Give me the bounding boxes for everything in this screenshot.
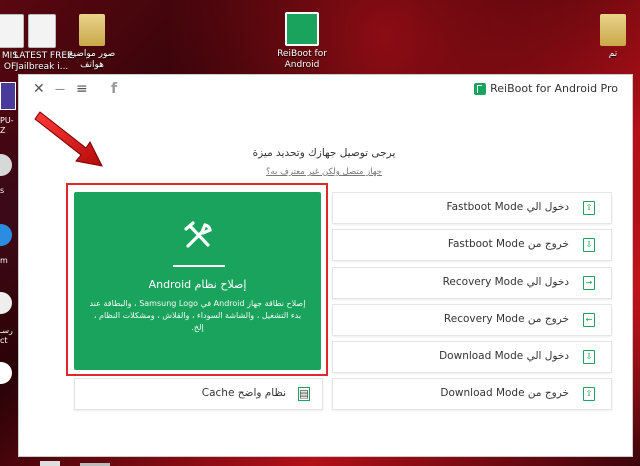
enter-fastboot-icon	[583, 201, 595, 215]
page-subtitle: يرجى توصيل جهازك وتحديد ميزة	[252, 147, 396, 159]
desktop-icon-reiboot[interactable]: ReiBoot for Android	[274, 12, 330, 71]
exit-download-button[interactable]: خروج من Download Mode	[332, 378, 612, 410]
repair-title: إصلاح نظام Android	[148, 278, 247, 291]
enter-download-button[interactable]: دخول الي Download Mode	[332, 341, 612, 373]
exit-fastboot-icon	[583, 238, 595, 252]
folder-icon	[600, 14, 626, 46]
mode-button-label: دخول الي Recovery Mode	[442, 276, 569, 288]
mode-button-label: دخول الي Download Mode	[439, 350, 569, 362]
partial-desktop-label: PU-Z	[0, 116, 14, 135]
partial-desktop-label: رسـ	[0, 326, 13, 335]
divider	[173, 265, 225, 267]
minimize-icon[interactable]: —	[55, 82, 65, 98]
partial-app-icon[interactable]	[0, 292, 12, 314]
repair-android-system-card[interactable]: إصلاح نظام Android إصلاح نطاقة جهاز Andr…	[74, 192, 321, 370]
partial-desktop-icon[interactable]	[0, 82, 16, 110]
title-bar: ✕ — ≡ f ReiBoot for Android Pro	[19, 75, 632, 103]
reiboot-window: ✕ — ≡ f ReiBoot for Android Pro يرجى توص…	[19, 75, 632, 456]
enter-recovery-button[interactable]: دخول الي Recovery Mode	[332, 267, 612, 299]
partial-desktop-label: s	[0, 186, 5, 195]
mode-button-label: خروج من Fastboot Mode	[447, 238, 569, 250]
brand: ReiBoot for Android Pro	[474, 82, 618, 95]
clear-cache-icon	[298, 387, 310, 401]
desktop-icon-label: صور مواضيع هواتف	[68, 49, 116, 70]
enter-fastboot-button[interactable]: دخول الي Fastboot Mode	[332, 192, 612, 224]
exit-fastboot-button[interactable]: خروج من Fastboot Mode	[332, 229, 612, 261]
exit-recovery-icon	[583, 313, 595, 327]
desktop-icon-folder-done[interactable]: تم	[585, 14, 640, 60]
reiboot-app-icon	[285, 12, 319, 46]
partial-desktop-label: m	[0, 256, 8, 265]
mode-button-label: دخول الي Fastboot Mode	[446, 201, 569, 213]
desktop-icon-label: تم	[608, 49, 618, 59]
partial-app-icon[interactable]	[0, 362, 12, 384]
clear-cache-button[interactable]: نظام واضح Cache	[74, 378, 323, 410]
annotation-arrow-icon	[34, 111, 103, 167]
close-icon[interactable]: ✕	[33, 81, 45, 97]
partial-app-icon[interactable]	[0, 224, 12, 246]
mode-button-label: خروج من Recovery Mode	[443, 313, 569, 325]
desktop-icon-folder-phones[interactable]: صور مواضيع هواتف	[64, 14, 120, 71]
partial-desktop-label: ct	[0, 336, 8, 345]
desktop-icon-label: ReiBoot for Android	[277, 49, 327, 70]
exit-download-icon	[583, 387, 595, 401]
document-icon	[28, 14, 56, 48]
exit-recovery-button[interactable]: خروج من Recovery Mode	[332, 304, 612, 336]
reiboot-logo-icon	[474, 82, 487, 95]
mode-button-label: خروج من Download Mode	[440, 387, 569, 399]
folder-icon	[79, 14, 105, 46]
desktop-icon-label: LATEST FREE Jailbreak i...	[14, 51, 73, 72]
enter-recovery-icon	[583, 276, 595, 290]
enter-download-icon	[583, 350, 595, 364]
repair-description: إصلاح نطاقة جهاز Android في Samsung Logo…	[89, 299, 306, 332]
unrecognized-device-link[interactable]: جهاز متصل ولكن غير معترف به؟	[249, 167, 399, 177]
partial-app-icon[interactable]	[0, 154, 12, 176]
repair-tools-icon	[184, 221, 212, 248]
taskbar-edge	[0, 458, 640, 466]
brand-name: ReiBoot for Android Pro	[490, 82, 618, 95]
clear-cache-label: نظام واضح Cache	[201, 387, 286, 399]
desktop-icon-jailbreak[interactable]: LATEST FREE Jailbreak i...	[14, 14, 73, 73]
menu-icon[interactable]: ≡	[76, 81, 88, 97]
facebook-icon[interactable]: f	[111, 81, 117, 97]
